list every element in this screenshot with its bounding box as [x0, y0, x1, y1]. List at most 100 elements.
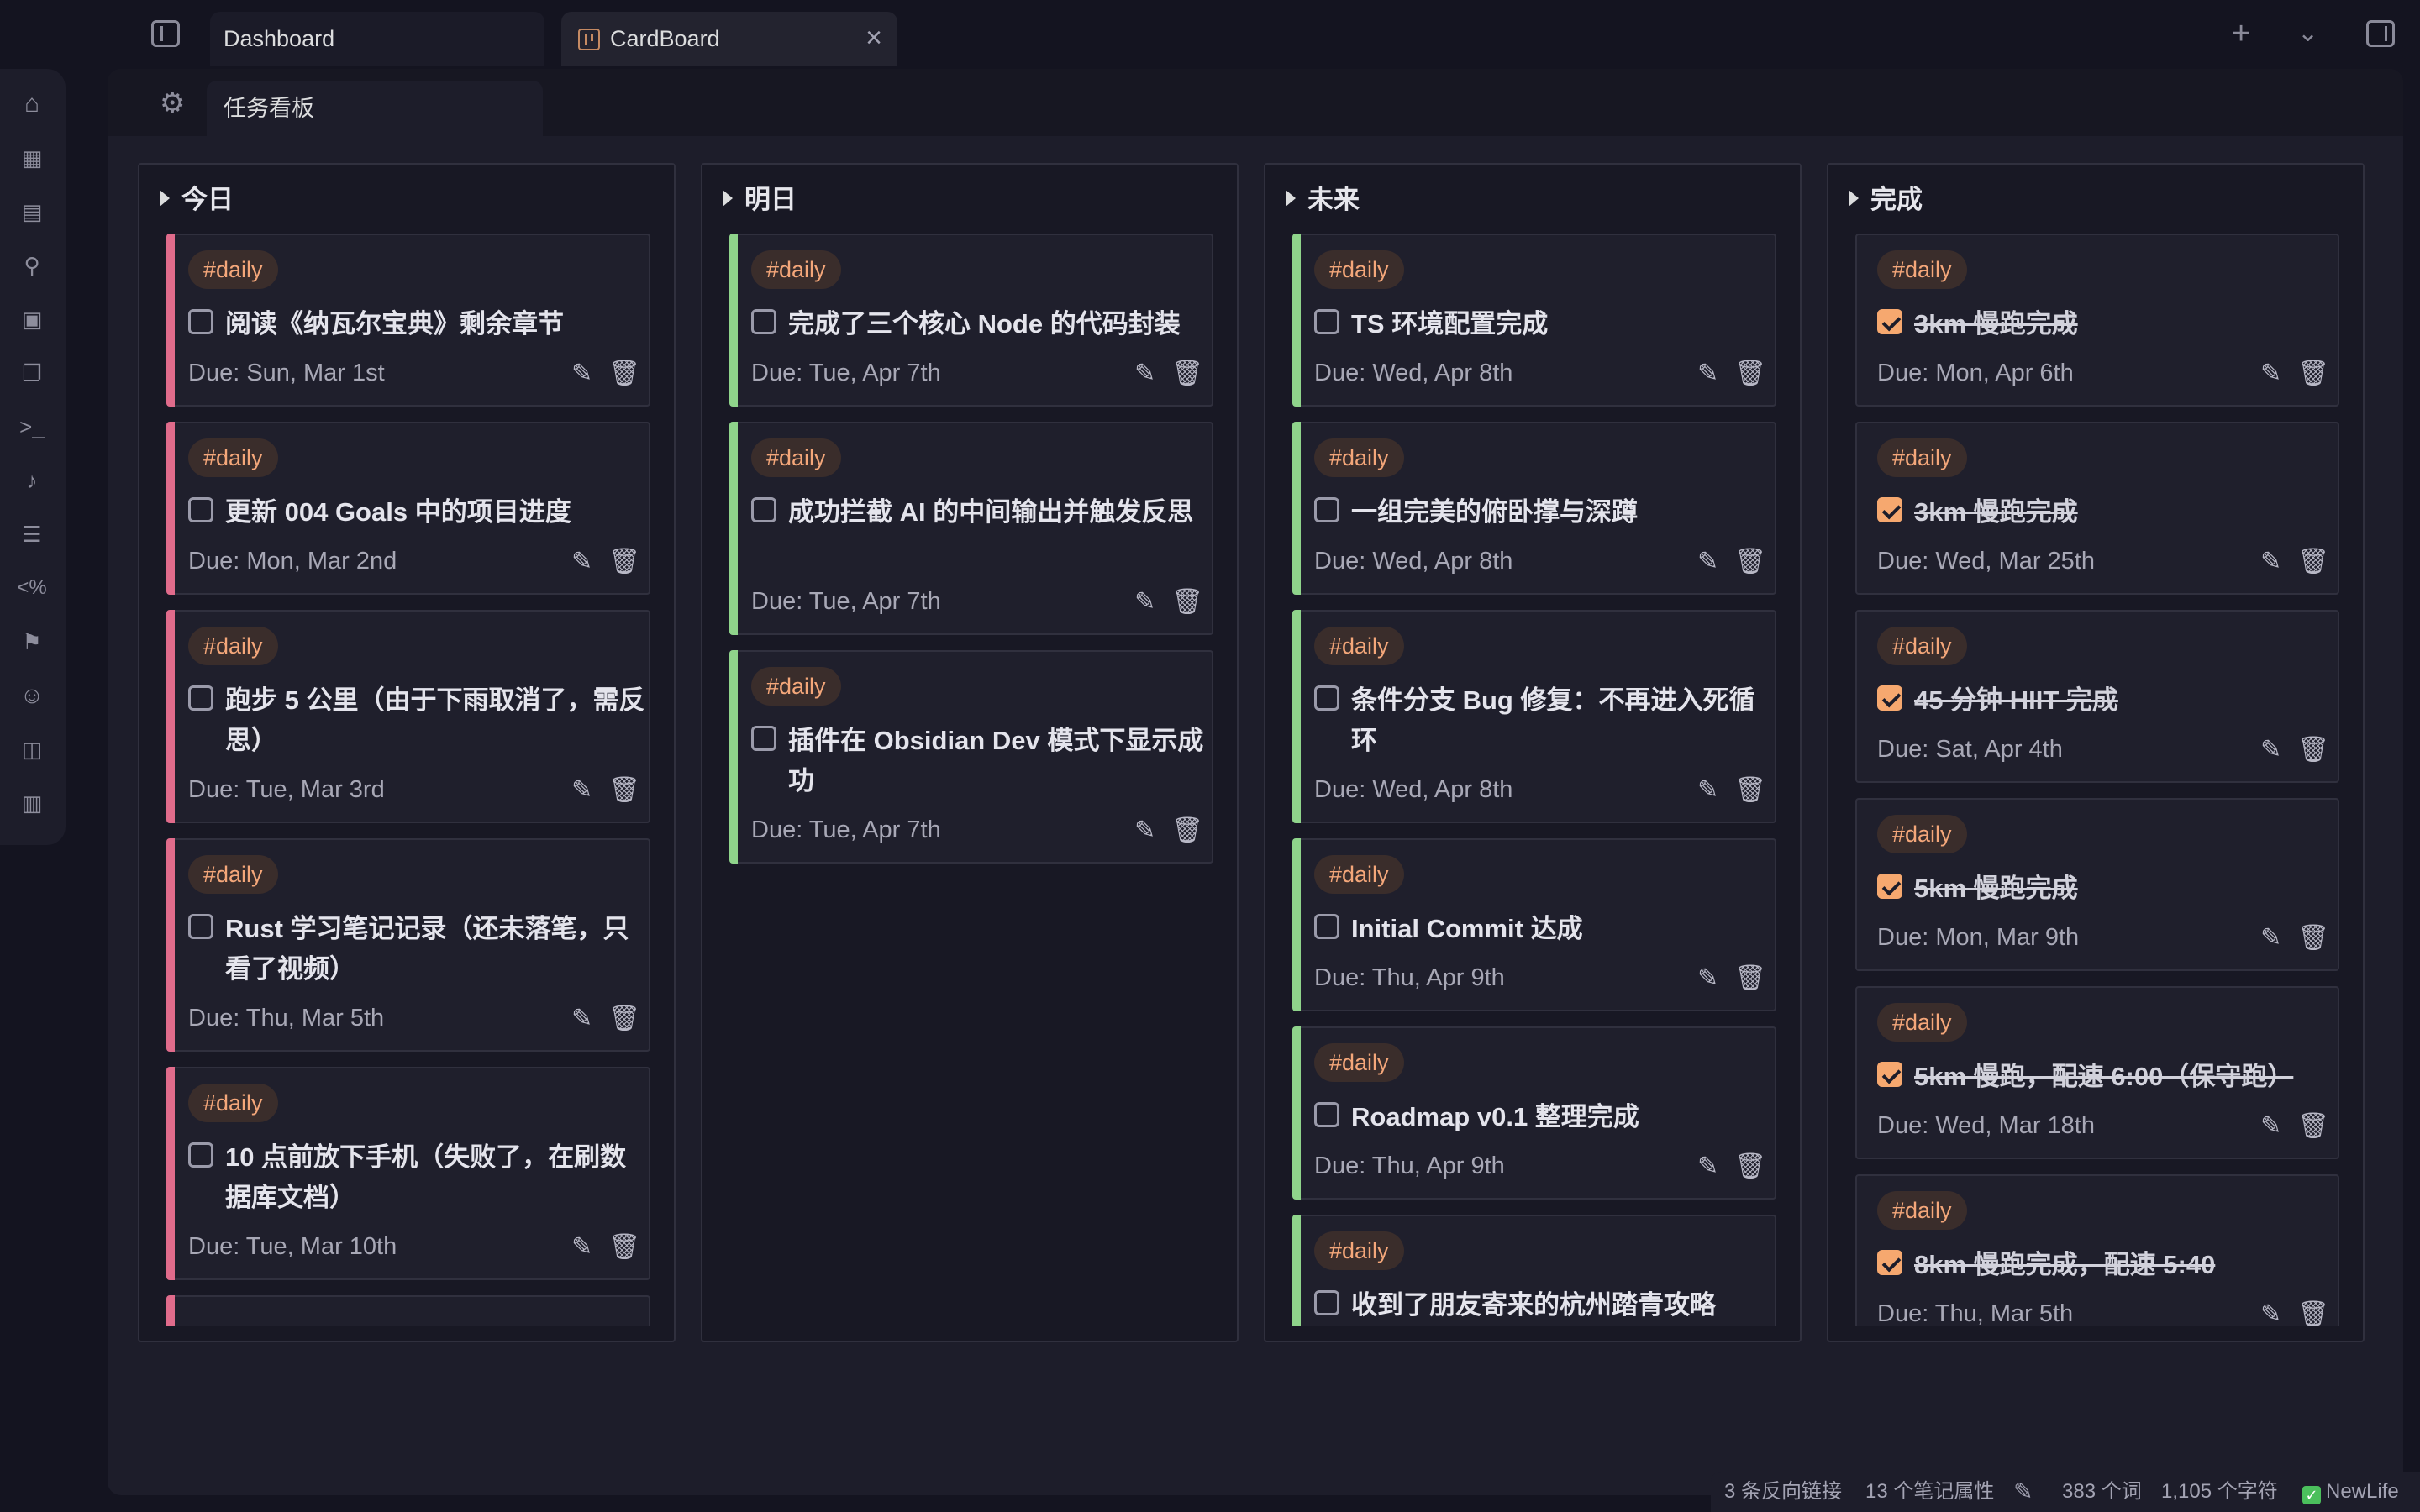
edit-icon[interactable]: ✎ — [571, 1235, 597, 1260]
tag-badge[interactable]: #daily — [1877, 815, 1967, 853]
tag-badge[interactable]: #daily — [1314, 438, 1404, 477]
trash-icon[interactable]: 🗑 — [1734, 549, 1766, 575]
edit-icon[interactable]: ✎ — [1697, 361, 1723, 386]
plus-icon[interactable]: + — [2232, 15, 2250, 52]
tag-badge[interactable]: #daily — [188, 438, 278, 477]
home-icon[interactable]: ⌂ — [15, 87, 49, 121]
list-icon[interactable]: ☰ — [15, 517, 49, 551]
microphone-icon[interactable]: ♪ — [15, 464, 49, 497]
edit-icon[interactable]: ✎ — [2260, 1302, 2286, 1326]
newlife-status[interactable]: ✓ NewLife — [2302, 1472, 2399, 1512]
tag-badge[interactable]: #daily — [1877, 438, 1967, 477]
tag-badge[interactable]: #daily — [188, 627, 278, 665]
task-checkbox[interactable] — [1314, 685, 1339, 711]
trash-icon[interactable]: 🗑 — [608, 778, 640, 803]
trash-icon[interactable]: 🗑 — [608, 1006, 640, 1032]
tag-badge[interactable]: #daily — [1877, 627, 1967, 665]
edit-icon[interactable]: ✎ — [2260, 738, 2286, 763]
column-header[interactable]: 完成 — [1849, 183, 1923, 217]
grid-icon[interactable]: ▣ — [15, 302, 49, 336]
edit-icon[interactable]: ✎ — [2260, 549, 2286, 575]
task-checkbox-checked[interactable] — [1877, 1062, 1902, 1087]
tag-badge[interactable]: #daily — [751, 667, 841, 706]
backlinks-count[interactable]: 3 条反向链接 — [1724, 1472, 1842, 1512]
task-checkbox-checked[interactable] — [1877, 497, 1902, 522]
smiley-icon[interactable]: ☺ — [15, 679, 49, 712]
layout-icon[interactable]: ◫ — [15, 732, 49, 766]
tag-badge[interactable]: #daily — [1314, 250, 1404, 289]
card-list[interactable]: #daily 阅读《纳瓦尔宝典》剩余章节 Due: Sun, Mar 1st ✎… — [166, 234, 650, 1326]
left-sidebar-toggle-icon[interactable] — [151, 20, 180, 47]
flag-icon[interactable]: ⚑ — [15, 625, 49, 659]
files-icon[interactable]: ❐ — [15, 356, 49, 390]
task-checkbox-checked[interactable] — [1877, 1250, 1902, 1275]
trash-icon[interactable]: 🗑 — [608, 361, 640, 386]
edit-icon[interactable]: ✎ — [1134, 590, 1160, 615]
tag-badge[interactable]: #daily — [1314, 1231, 1404, 1270]
tag-badge[interactable]: #daily — [188, 855, 278, 894]
trash-icon[interactable]: 🗑 — [608, 1235, 640, 1260]
tag-badge[interactable]: #daily — [1877, 1003, 1967, 1042]
tag-badge[interactable]: #daily — [1877, 250, 1967, 289]
gear-icon[interactable]: ⚙ — [160, 89, 188, 118]
trash-icon[interactable]: 🗑 — [2297, 361, 2329, 386]
tag-badge[interactable]: #daily — [1314, 855, 1404, 894]
task-checkbox[interactable] — [188, 1142, 213, 1168]
task-checkbox[interactable] — [1314, 914, 1339, 939]
edit-icon[interactable]: ✎ — [1134, 361, 1160, 386]
tab-task-board[interactable]: 任务看板 — [207, 81, 543, 136]
tag-badge[interactable]: #daily — [751, 250, 841, 289]
task-checkbox-checked[interactable] — [1877, 874, 1902, 899]
task-checkbox[interactable] — [1314, 1102, 1339, 1127]
edit-icon[interactable]: ✎ — [571, 361, 597, 386]
task-checkbox[interactable] — [1314, 497, 1339, 522]
task-checkbox-checked[interactable] — [1877, 309, 1902, 334]
task-checkbox[interactable] — [188, 914, 213, 939]
trash-icon[interactable]: 🗑 — [2297, 549, 2329, 575]
column-header[interactable]: 今日 — [160, 183, 234, 217]
trash-icon[interactable]: 🗑 — [1171, 818, 1203, 843]
tag-badge[interactable]: #daily — [1314, 1043, 1404, 1082]
trash-icon[interactable]: 🗑 — [1734, 1154, 1766, 1179]
column-header[interactable]: 明日 — [723, 183, 797, 217]
trash-icon[interactable]: 🗑 — [2297, 738, 2329, 763]
properties-count[interactable]: 13 个笔记属性 — [1865, 1472, 1994, 1512]
graph-icon[interactable]: ⚲ — [15, 249, 49, 282]
template-percent-icon[interactable]: <% — [15, 571, 49, 605]
task-checkbox[interactable] — [1314, 1290, 1339, 1315]
edit-icon[interactable]: ✎ — [1697, 549, 1723, 575]
edit-icon[interactable]: ✎ — [571, 778, 597, 803]
card-list[interactable]: #daily 3km 慢跑完成 Due: Mon, Apr 6th ✎ 🗑 #d… — [1855, 234, 2339, 1326]
edit-icon[interactable]: ✎ — [2260, 926, 2286, 951]
tag-badge[interactable]: #daily — [188, 250, 278, 289]
task-checkbox-checked[interactable] — [1877, 685, 1902, 711]
pencil-icon[interactable]: ✎ — [2013, 1472, 2033, 1512]
column-header[interactable]: 未来 — [1286, 183, 1360, 217]
task-checkbox[interactable] — [188, 309, 213, 334]
tab-cardboard[interactable]: CardBoard × — [561, 12, 897, 66]
edit-icon[interactable]: ✎ — [2260, 361, 2286, 386]
trash-icon[interactable]: 🗑 — [2297, 1302, 2329, 1326]
tag-badge[interactable]: #daily — [1877, 1191, 1967, 1230]
tag-badge[interactable]: #daily — [1314, 627, 1404, 665]
edit-icon[interactable]: ✎ — [1134, 818, 1160, 843]
edit-icon[interactable]: ✎ — [1697, 1154, 1723, 1179]
task-checkbox[interactable] — [751, 309, 776, 334]
trash-icon[interactable]: 🗑 — [1734, 778, 1766, 803]
trash-icon[interactable]: 🗑 — [1171, 361, 1203, 386]
task-checkbox[interactable] — [188, 497, 213, 522]
kanban-icon[interactable]: ▥ — [15, 786, 49, 820]
tab-dashboard[interactable]: Dashboard — [210, 12, 544, 66]
tag-badge[interactable]: #daily — [188, 1084, 278, 1122]
task-checkbox[interactable] — [188, 685, 213, 711]
edit-icon[interactable]: ✎ — [571, 1006, 597, 1032]
chevron-down-icon[interactable]: ⌄ — [2297, 15, 2318, 52]
trash-icon[interactable]: 🗑 — [2297, 1114, 2329, 1139]
card-list[interactable]: #daily TS 环境配置完成 Due: Wed, Apr 8th ✎ 🗑 #… — [1292, 234, 1776, 1326]
edit-icon[interactable]: ✎ — [1697, 778, 1723, 803]
trash-icon[interactable]: 🗑 — [1171, 590, 1203, 615]
right-sidebar-toggle-icon[interactable] — [2366, 20, 2395, 47]
file-search-icon[interactable]: ▤ — [15, 195, 49, 228]
task-checkbox[interactable] — [1314, 309, 1339, 334]
close-icon[interactable]: × — [865, 12, 882, 64]
